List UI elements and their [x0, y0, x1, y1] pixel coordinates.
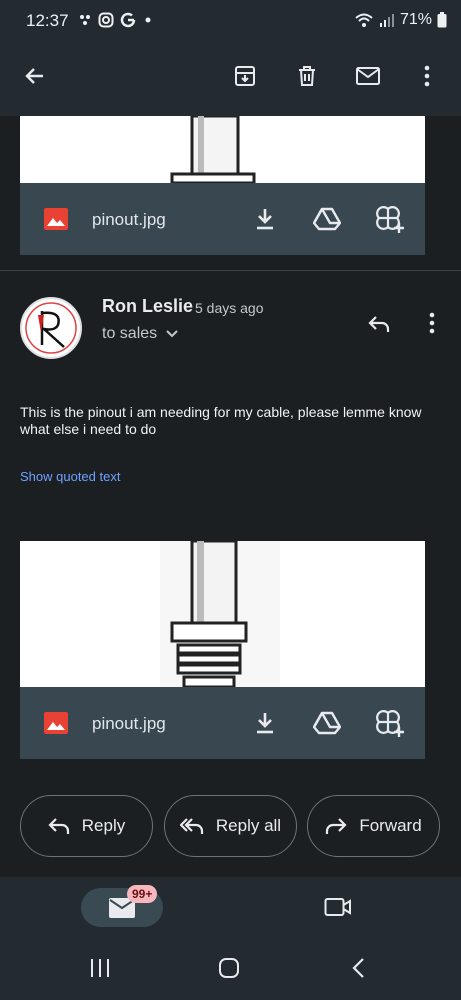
forward-label: Forward — [359, 816, 422, 835]
message-body: This is the pinout i am needing for my c… — [20, 404, 422, 437]
save-to-drive-button[interactable] — [307, 199, 347, 239]
add-to-photos-button[interactable] — [370, 199, 410, 239]
trash-icon — [299, 66, 315, 86]
image-icon — [44, 712, 68, 734]
chevron-left-icon — [352, 958, 364, 978]
more-options-button[interactable] — [407, 56, 447, 96]
signal-icon — [379, 14, 394, 27]
status-system-icons: 71% — [354, 11, 447, 29]
arrow-back-icon — [25, 68, 43, 84]
reply-all-label: Reply all — [215, 816, 282, 835]
recipient-details-toggle[interactable]: to sales — [102, 325, 179, 343]
status-bar: 12:37 71% — [0, 0, 461, 46]
meet-tab[interactable] — [318, 887, 358, 927]
more-vert-icon — [429, 312, 435, 334]
video-camera-icon — [324, 898, 351, 916]
reply-button[interactable]: Reply — [20, 795, 153, 857]
photos-add-icon — [376, 710, 404, 737]
system-navigation-bar — [0, 939, 461, 1000]
forward-button[interactable]: Forward — [307, 795, 440, 857]
add-to-photos-button[interactable] — [370, 703, 410, 743]
dots-icon — [80, 15, 90, 25]
more-vert-icon — [424, 65, 430, 87]
attachment-bar: pinout.jpg — [20, 687, 425, 759]
bottom-navigation — [0, 877, 461, 939]
forward-icon — [326, 818, 347, 834]
reply-icon — [48, 818, 69, 834]
pinout-image — [170, 116, 256, 183]
unread-count-badge: 99+ — [127, 885, 158, 903]
wifi-icon — [355, 13, 373, 27]
battery-percent: 71% — [399, 11, 432, 28]
system-back-button[interactable] — [338, 948, 378, 988]
chevron-down-icon — [166, 330, 178, 338]
message-divider — [0, 270, 461, 271]
reply-label: Reply — [81, 816, 126, 835]
app-bar — [0, 46, 461, 116]
home-button[interactable] — [209, 948, 249, 988]
recent-apps-button[interactable] — [80, 948, 120, 988]
mail-icon — [356, 67, 380, 85]
reply-all-icon — [179, 818, 203, 834]
drive-icon — [313, 711, 341, 735]
download-icon — [257, 713, 273, 734]
attachment-preview-image[interactable] — [20, 116, 425, 183]
attachment-bar: pinout.jpg — [20, 183, 425, 255]
download-icon — [257, 209, 273, 230]
drive-icon — [313, 207, 341, 231]
reply-all-button[interactable]: Reply all — [164, 795, 297, 857]
mark-unread-button[interactable] — [348, 56, 388, 96]
reply-icon-button[interactable] — [359, 304, 399, 344]
save-to-drive-button[interactable] — [307, 703, 347, 743]
archive-icon — [235, 66, 255, 86]
image-icon — [44, 208, 68, 230]
back-button[interactable] — [15, 56, 55, 96]
dot-icon — [145, 17, 151, 23]
download-button[interactable] — [245, 703, 285, 743]
google-icon — [120, 12, 136, 28]
delete-button[interactable] — [287, 56, 327, 96]
status-time: 12:37 — [26, 11, 69, 30]
archive-button[interactable] — [225, 56, 265, 96]
attachment-filename: pinout.jpg — [92, 210, 166, 229]
reply-icon — [368, 316, 390, 332]
show-quoted-text-link[interactable]: Show quoted text — [20, 469, 120, 484]
home-icon — [219, 958, 239, 978]
attachment-filename: pinout.jpg — [92, 714, 166, 733]
download-button[interactable] — [245, 199, 285, 239]
message-time: 5 days ago — [195, 300, 264, 316]
sender-avatar-logo — [25, 302, 77, 354]
message-more-button[interactable] — [412, 303, 452, 343]
recipient-label: to sales — [102, 325, 158, 342]
instagram-icon — [98, 12, 114, 28]
pinout-image — [160, 541, 280, 687]
battery-icon — [437, 12, 447, 28]
recent-apps-icon — [91, 959, 109, 977]
attachment-preview-image[interactable] — [20, 541, 425, 687]
avatar[interactable] — [20, 297, 82, 359]
status-notification-icons — [78, 12, 154, 28]
sender-name[interactable]: Ron Leslie — [102, 296, 193, 317]
photos-add-icon — [376, 206, 404, 233]
